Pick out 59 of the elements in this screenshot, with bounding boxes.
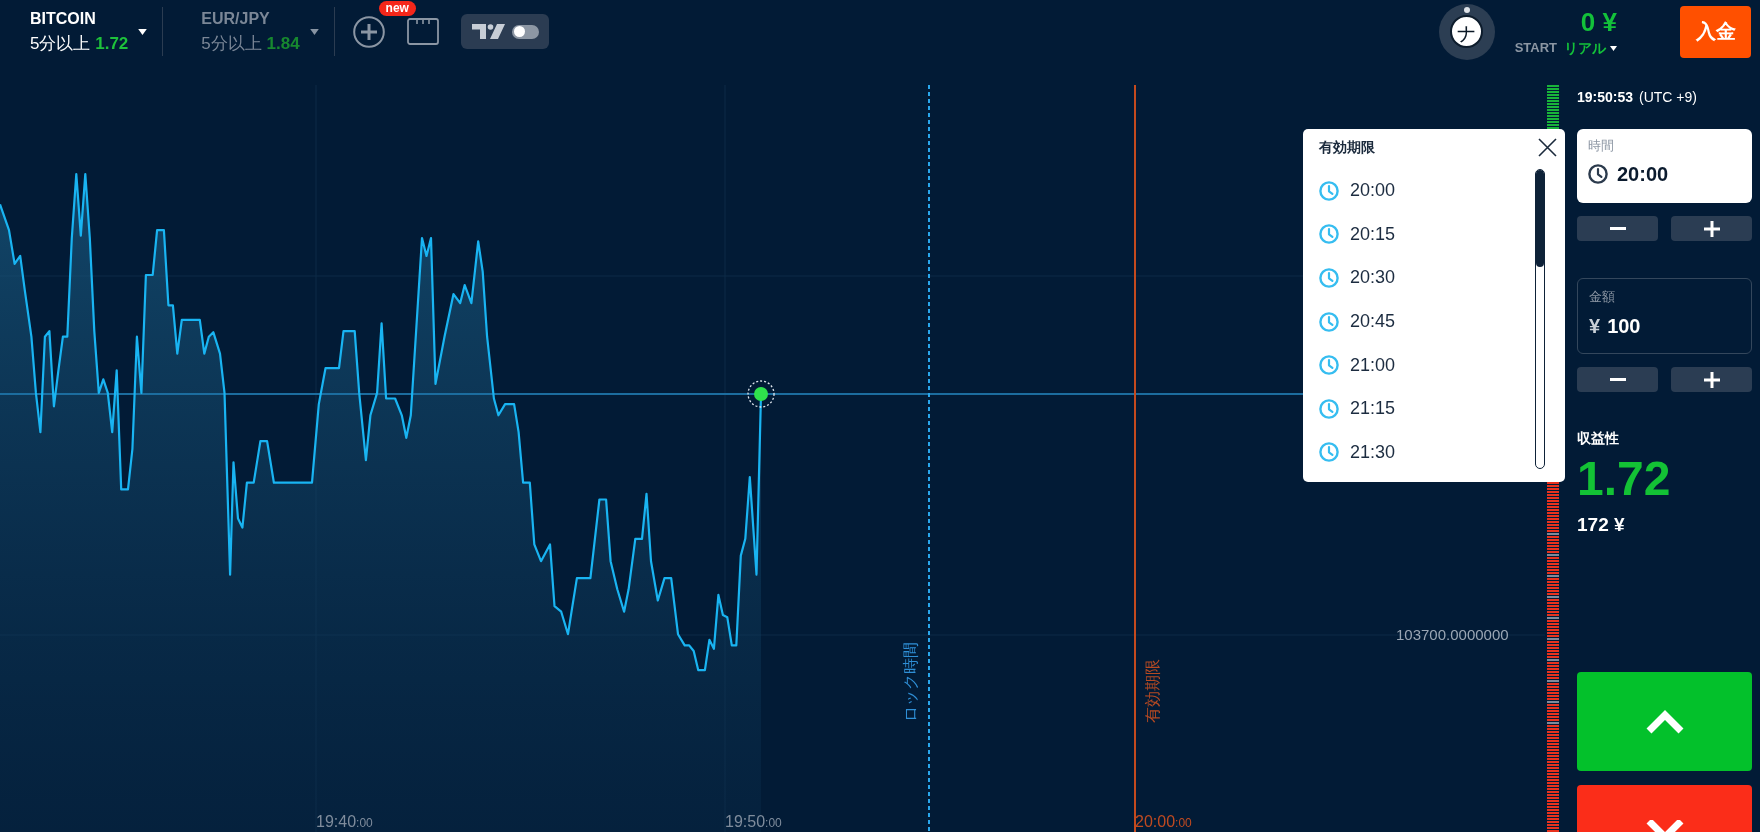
minus-button[interactable]: [1577, 216, 1658, 241]
clock-icon: [1588, 164, 1608, 184]
time-field[interactable]: 時間 20:00: [1577, 129, 1752, 203]
expiry-option[interactable]: 21:15: [1319, 386, 1535, 431]
timezone-label: (UTC +9): [1639, 88, 1697, 106]
balance-amount: 0 ¥: [1580, 7, 1617, 37]
clock-icon: [1319, 355, 1339, 376]
clock-icon: [1319, 224, 1339, 245]
account-mode-label: START: [1514, 40, 1557, 56]
expiry-option[interactable]: 20:15: [1319, 212, 1535, 257]
amount-field[interactable]: 金額 ¥ 100: [1577, 278, 1752, 354]
avatar-button[interactable]: ナ: [1438, 3, 1495, 60]
price-axis-label: 103700.0000000: [1396, 626, 1509, 644]
time-axis-label: 19:40:00: [316, 813, 373, 832]
expiry-option[interactable]: 21:30: [1319, 430, 1535, 475]
live-price-dot-icon: [747, 380, 775, 408]
plus-icon: [1703, 371, 1720, 388]
expiry-option[interactable]: 20:00: [1319, 169, 1535, 213]
expiry-time-label: 20:00:00: [1135, 813, 1192, 832]
clock-icon: [1319, 180, 1339, 201]
new-badge: new: [378, 0, 416, 16]
caret-icon: [309, 28, 319, 35]
clock-icon: [1319, 442, 1339, 463]
clock-icon: [1319, 268, 1339, 288]
chart-toggle-button[interactable]: [460, 14, 549, 49]
plus-button[interactable]: [1671, 216, 1752, 241]
down-button[interactable]: [1577, 785, 1752, 832]
minus-icon: [1609, 227, 1626, 230]
chart-logo-icon: [471, 24, 505, 39]
lock-time-label: ロック時間: [901, 642, 919, 722]
plus-icon: [1703, 220, 1720, 237]
chevron-down-icon: [1645, 820, 1684, 832]
account-type-dropdown[interactable]: リアル: [1564, 40, 1617, 56]
expiry-option[interactable]: 20:30: [1319, 256, 1535, 300]
plus-circle-icon[interactable]: [352, 15, 385, 48]
time-axis-label: 19:50:00: [725, 813, 782, 832]
chevron-up-icon: [1645, 708, 1684, 735]
asset-tab[interactable]: EUR/JPY 5分以上 1.84: [201, 9, 319, 54]
toggle-switch[interactable]: [511, 24, 539, 39]
dropdown-title: 有効期限: [1319, 138, 1375, 156]
payout-rate: 1.72: [1577, 455, 1672, 503]
expiry-option[interactable]: 21:00: [1319, 343, 1535, 387]
caret-icon: [138, 28, 148, 35]
server-time: 19:50:53: [1577, 88, 1634, 106]
minus-button[interactable]: [1577, 367, 1658, 392]
expiry-option[interactable]: 20:45: [1319, 299, 1535, 344]
clock-icon: [1319, 398, 1339, 419]
minus-icon: [1609, 378, 1626, 381]
close-icon[interactable]: [1538, 137, 1557, 157]
calendar-icon[interactable]: [406, 18, 439, 45]
caret-icon: [1610, 45, 1617, 51]
clock-icon: [1319, 311, 1339, 332]
scrollbar-thumb[interactable]: [1536, 170, 1544, 267]
payout-label: 収益性: [1577, 429, 1620, 447]
expiry-line-label: 有効期限: [1143, 659, 1161, 723]
payout-amount: 172 ¥: [1577, 515, 1626, 535]
asset-tab[interactable]: BITCOIN 5分以上 1.72: [30, 9, 148, 54]
plus-button[interactable]: [1671, 367, 1752, 392]
striped-bar-drawing: [1547, 85, 1559, 129]
